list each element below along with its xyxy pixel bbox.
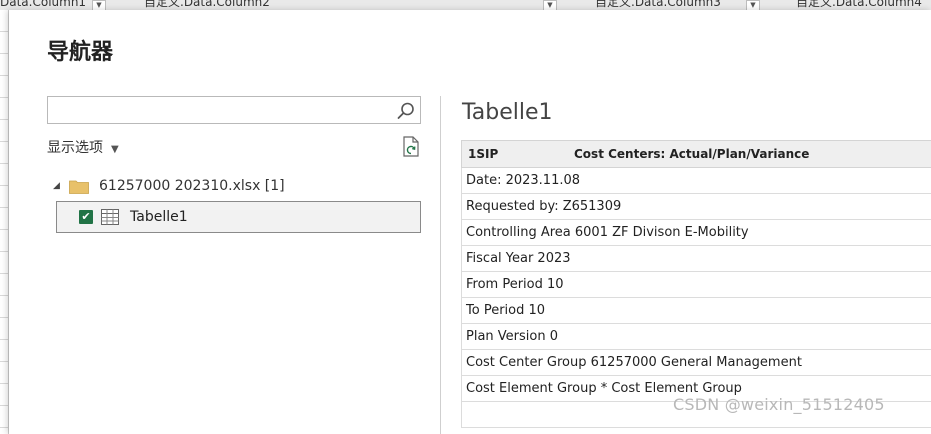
table-cell: To Period 10: [461, 297, 931, 324]
table-row: Requested by: Z651309: [461, 193, 931, 220]
table-cell: Cost Center Group 61257000 General Manag…: [461, 349, 931, 376]
table-row: Controlling Area 6001 ZF Divison E-Mobil…: [461, 219, 931, 246]
search-input[interactable]: [54, 98, 398, 124]
tree-item-tabelle1[interactable]: ✔ Tabelle1: [56, 201, 421, 233]
tree-folder-node[interactable]: ◢ 61257000 202310.xlsx [1]: [53, 176, 285, 196]
table-cell: From Period 10: [461, 271, 931, 298]
table-cell: Plan Version 0: [461, 323, 931, 350]
preview-title: Tabelle1: [462, 100, 553, 125]
column-header-1[interactable]: Data.Column1: [0, 0, 86, 10]
table-row: From Period 10: [461, 271, 931, 298]
column-header-4[interactable]: 自定义.Data.Column4: [796, 0, 922, 10]
table-row: Plan Version 0: [461, 323, 931, 350]
table-header-row: 1SIPCost Centers: Actual/Plan/Variance C: [461, 140, 931, 168]
header-cell-2: Cost Centers: Actual/Plan/Variance: [574, 147, 810, 161]
refresh-document-icon[interactable]: [401, 136, 421, 158]
table-cell: Requested by: Z651309: [461, 193, 931, 220]
preview-table: 1SIP Cost Centers: Actual/Plan/Variance C…: [461, 140, 931, 428]
display-options-dropdown[interactable]: 显示选项 ▼: [47, 137, 119, 157]
table-row: Date: 2023.11.08: [461, 167, 931, 194]
table-row: Cost Center Group 61257000 General Manag…: [461, 349, 931, 376]
spreadsheet-row-lines: [0, 10, 9, 434]
search-icon[interactable]: [396, 101, 416, 121]
column-header-3[interactable]: 自定义.Data.Column3: [595, 0, 721, 10]
tree-item-label: Tabelle1: [130, 209, 188, 225]
chevron-down-icon: ▼: [111, 144, 119, 155]
table-cell: Controlling Area 6001 ZF Divison E-Mobil…: [461, 219, 931, 246]
search-box[interactable]: [47, 96, 421, 124]
display-options-label: 显示选项: [47, 140, 103, 156]
folder-label: 61257000 202310.xlsx [1]: [99, 178, 285, 194]
pane-divider[interactable]: [440, 96, 441, 434]
folder-icon: [69, 180, 89, 194]
table-cell: Date: 2023.11.08: [461, 167, 931, 194]
table-header: 1SIP Cost Centers: Actual/Plan/Variance: [461, 140, 931, 168]
header-cell-1: 1SIP: [468, 147, 499, 161]
table-cell: Fiscal Year 2023: [461, 245, 931, 272]
table-row: Fiscal Year 2023: [461, 245, 931, 272]
navigator-dialog: 导航器 显示选项 ▼ ◢ 61257000 202310.xlsx [1] ✔: [9, 10, 931, 434]
table-row: To Period 10: [461, 297, 931, 324]
dialog-title: 导航器: [47, 40, 114, 65]
column-header-2[interactable]: 自定义.Data.Column2: [144, 0, 270, 10]
checkbox-checked-icon[interactable]: ✔: [79, 210, 93, 224]
table-icon: [101, 209, 119, 225]
expand-arrow-icon[interactable]: ◢: [53, 181, 67, 191]
watermark-text: CSDN @weixin_51512405: [673, 395, 885, 414]
